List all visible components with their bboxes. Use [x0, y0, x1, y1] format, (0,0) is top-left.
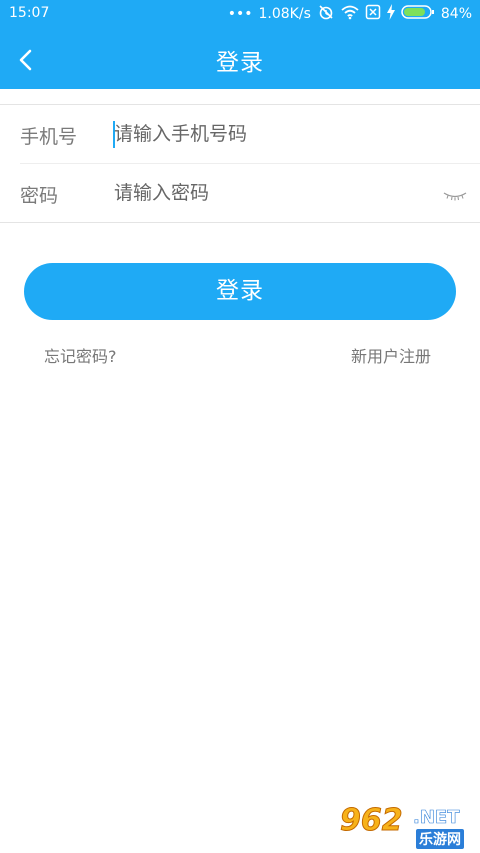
battery-percent: 84%	[440, 6, 472, 22]
phone-row: 手机号	[0, 105, 480, 163]
password-visibility-toggle[interactable]	[443, 187, 467, 201]
divider	[0, 222, 480, 223]
login-screen: 15:07 ••• 1.08K/s 84% 登录 手机号 请输入手机号码 密码 …	[0, 0, 480, 853]
watermark-sub: 乐游网	[416, 829, 464, 849]
charging-icon	[386, 4, 395, 24]
wifi-icon	[341, 4, 359, 24]
sim-x-icon	[365, 4, 381, 24]
watermark-suffix: .NET	[413, 807, 460, 829]
forgot-password-link[interactable]: 忘记密码?	[44, 343, 117, 367]
more-dots: •••	[227, 6, 253, 22]
phone-input[interactable]	[114, 115, 444, 153]
register-link[interactable]: 新用户注册	[351, 343, 431, 367]
phone-label: 手机号	[20, 126, 78, 148]
eye-closed-icon	[443, 192, 467, 201]
password-label: 密码	[20, 185, 59, 207]
password-row: 密码	[0, 164, 480, 222]
status-bar: 15:07 ••• 1.08K/s 84%	[0, 0, 480, 29]
watermark-logo: 962 .NET 乐游网	[340, 803, 474, 849]
battery-icon	[401, 4, 435, 24]
alarm-off-icon	[317, 3, 335, 25]
login-button[interactable]: 登录	[24, 263, 456, 320]
password-input[interactable]	[114, 174, 444, 212]
network-speed: 1.08K/s	[258, 6, 311, 22]
status-time: 15:07	[9, 5, 50, 21]
status-icons: ••• 1.08K/s 84%	[227, 3, 472, 25]
page-title: 登录	[216, 50, 264, 76]
watermark-number: 962	[340, 803, 404, 839]
title-bar: 登录	[0, 29, 480, 89]
